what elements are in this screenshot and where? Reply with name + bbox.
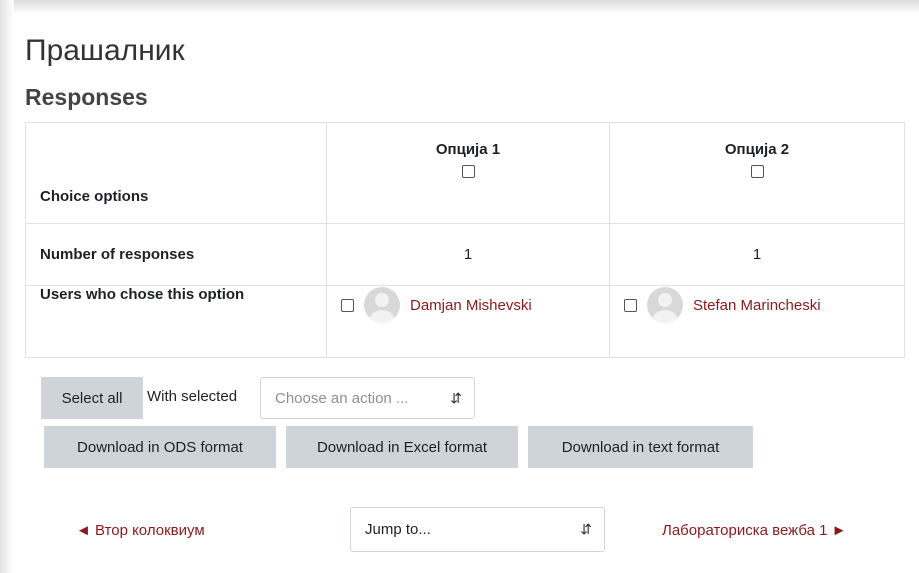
page-subtitle: Responses xyxy=(25,84,148,110)
option-1-users: Damjan Mishevski xyxy=(326,285,610,358)
with-selected-label: With selected xyxy=(147,388,238,405)
page: Прашалник Responses Choice options Опциј… xyxy=(0,0,919,573)
user-entry: Stefan Marincheski xyxy=(624,287,890,323)
user-link[interactable]: Stefan Marincheski xyxy=(693,297,821,314)
jump-to-label: Jump to... xyxy=(365,521,431,538)
download-excel-button[interactable]: Download in Excel format xyxy=(286,426,518,468)
user-select-checkbox[interactable] xyxy=(624,298,637,312)
row-label-users-who-chose: Users who chose this option xyxy=(40,286,245,303)
download-ods-button[interactable]: Download in ODS format xyxy=(44,426,276,468)
option-header-2: Опција 2 xyxy=(609,122,905,224)
option-1-select-checkbox[interactable] xyxy=(461,164,475,178)
responses-table: Choice options Опција 1 Опција 2 Number … xyxy=(25,122,905,358)
choose-action-select[interactable]: Choose an action ... ⇵ xyxy=(260,377,475,419)
download-text-button[interactable]: Download in text format xyxy=(528,426,753,468)
row-label-cell: Number of responses xyxy=(25,223,327,286)
row-label-cell: Choice options xyxy=(25,122,327,224)
user-select-checkbox[interactable] xyxy=(341,298,354,312)
window-shadow-top xyxy=(0,0,919,14)
option-1-count: 1 xyxy=(326,223,610,286)
prev-activity-link[interactable]: ◄ Втор колоквиум xyxy=(76,522,205,539)
user-entry: Damjan Mishevski xyxy=(341,287,595,323)
option-name: Опција 1 xyxy=(435,141,501,158)
next-activity-link[interactable]: Лабораториска вежба 1 ► xyxy=(662,522,846,539)
row-label-cell: Users who chose this option xyxy=(25,285,327,358)
option-2-users: Stefan Marincheski xyxy=(609,285,905,358)
avatar[interactable] xyxy=(364,287,400,323)
option-header-1: Опција 1 xyxy=(326,122,610,224)
select-all-button[interactable]: Select all xyxy=(41,377,143,419)
table-row: Choice options Опција 1 Опција 2 xyxy=(25,122,905,224)
page-title: Прашалник xyxy=(25,34,185,67)
option-name: Опција 2 xyxy=(724,141,790,158)
row-label-choice-options: Choice options xyxy=(40,188,149,205)
jump-to-select[interactable]: Jump to... ⇵ xyxy=(350,507,605,552)
option-2-count: 1 xyxy=(609,223,905,286)
window-shadow-left xyxy=(0,0,14,573)
row-label-number-of-responses: Number of responses xyxy=(40,246,195,263)
user-link[interactable]: Damjan Mishevski xyxy=(410,297,532,314)
select-arrows-icon: ⇵ xyxy=(450,389,462,406)
table-row: Users who chose this option Damjan Mishe… xyxy=(25,285,905,358)
option-2-select-checkbox[interactable] xyxy=(750,164,764,178)
select-arrows-icon: ⇵ xyxy=(580,521,592,537)
choose-action-placeholder: Choose an action ... xyxy=(275,389,409,407)
avatar[interactable] xyxy=(647,287,683,323)
table-row: Number of responses 1 1 xyxy=(25,223,905,286)
